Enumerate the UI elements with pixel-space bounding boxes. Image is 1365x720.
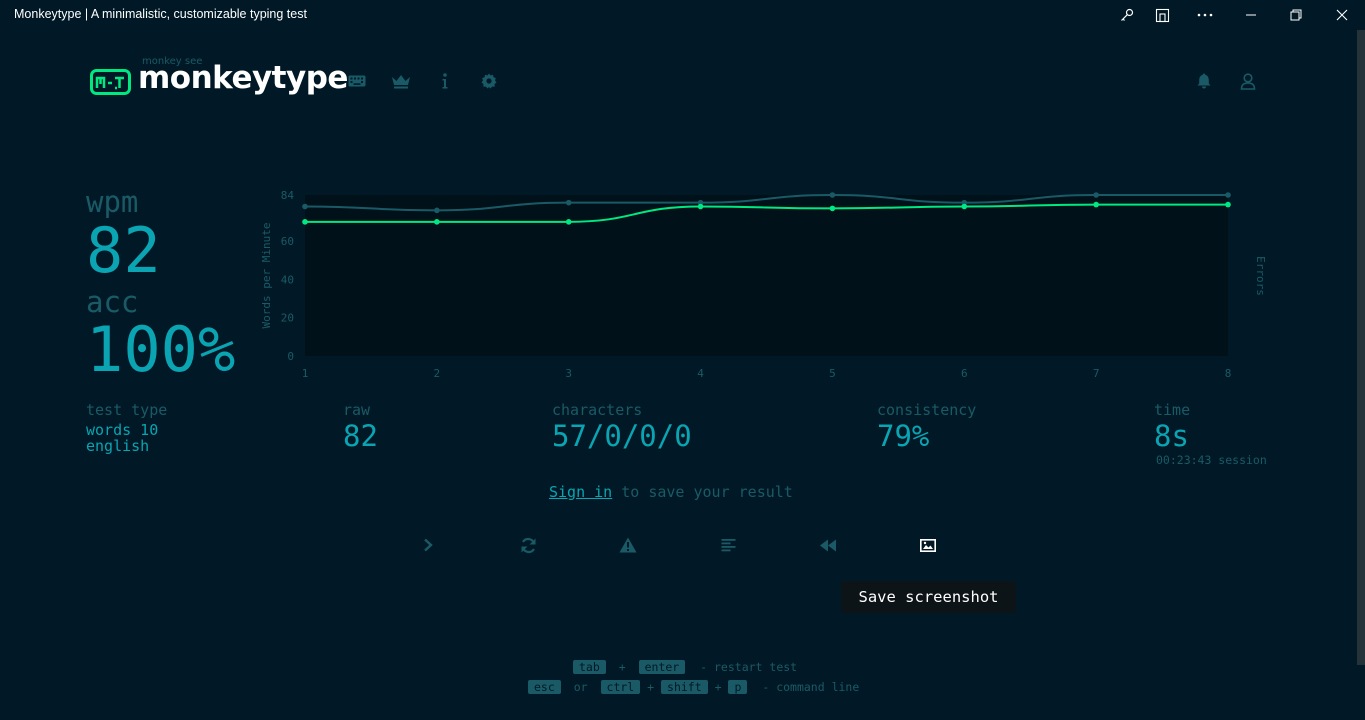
test-type-mode: words 10 <box>86 421 159 439</box>
restart-icon <box>521 537 535 553</box>
key-shift: shift <box>661 680 708 694</box>
test-type-label: test type <box>86 401 168 419</box>
replay-icon <box>820 539 836 551</box>
more-icon[interactable] <box>1192 4 1218 26</box>
app-options-icon[interactable] <box>1149 4 1175 26</box>
session-time: 00:23:43 session <box>1156 453 1267 467</box>
consistency-label: consistency <box>877 401 977 419</box>
key-icon[interactable] <box>1114 4 1140 26</box>
key-enter: enter <box>638 660 686 674</box>
crown-icon[interactable] <box>390 71 412 91</box>
scrollbar-track[interactable] <box>1357 665 1365 720</box>
close-icon[interactable] <box>1329 4 1355 26</box>
series-point-0 <box>961 203 968 210</box>
wpm-chart[interactable]: 0 20 40 60 84 1 2 3 4 5 6 7 8 Words per Minute Errors <box>255 180 1275 390</box>
signin-link[interactable]: Sign in <box>549 483 612 501</box>
time-value[interactable]: 8s <box>1154 419 1189 453</box>
hint-command-line: esc or ctrl + shift + p - command line <box>528 680 859 694</box>
series-point-0 <box>1225 201 1231 208</box>
series-point-0 <box>697 203 704 210</box>
series-point-1 <box>1093 192 1099 198</box>
signin-text: to save your result <box>612 483 793 501</box>
series-point-0 <box>1093 201 1099 208</box>
logo-text[interactable]: monkeytype <box>138 60 348 96</box>
key-ctrl: ctrl <box>600 680 641 694</box>
scrollbar-thumb[interactable] <box>1357 30 1365 665</box>
keyboard-icon[interactable] <box>346 71 368 91</box>
x-tick-label: 7 <box>1093 367 1100 380</box>
warning-icon <box>619 537 637 553</box>
raw-label: raw <box>343 401 371 419</box>
signin-notice: Sign in to save your result <box>549 483 793 501</box>
replay-button[interactable] <box>818 535 838 555</box>
test-type-language: english <box>86 437 150 455</box>
chart-svg: 0 20 40 60 84 1 2 3 4 5 6 7 8 Words per Minute Errors <box>260 189 1267 380</box>
user-icon[interactable] <box>1237 71 1259 91</box>
x-tick-label: 3 <box>565 367 572 380</box>
save-screenshot-button[interactable] <box>918 535 938 555</box>
acc-value[interactable]: 100% <box>86 313 235 386</box>
key-tab: tab <box>573 660 606 674</box>
words-history-button[interactable] <box>718 535 738 555</box>
gear-icon[interactable] <box>478 71 500 91</box>
raw-value[interactable]: 82 <box>343 419 378 453</box>
y-tick-label: 84 <box>281 189 295 202</box>
x-tick-label: 8 <box>1225 367 1232 380</box>
save-screenshot-tooltip: Save screenshot <box>841 581 1016 613</box>
key-esc: esc <box>528 680 561 694</box>
screenshot-icon <box>920 538 936 552</box>
hint-plus: + <box>647 680 655 694</box>
title-bar: Monkeytype | A minimalistic, customizabl… <box>0 0 1365 30</box>
wpm-value[interactable]: 82 <box>86 214 161 287</box>
next-test-icon <box>424 538 433 552</box>
series-point-1 <box>434 207 440 214</box>
series-point-1 <box>829 192 836 198</box>
hint-restart: tab + enter - restart test <box>573 660 797 674</box>
report-button[interactable] <box>618 535 638 555</box>
restore-icon[interactable] <box>1283 4 1309 26</box>
characters-value[interactable]: 57/0/0/0 <box>552 419 692 453</box>
y-tick-label: 0 <box>287 350 294 363</box>
time-label: time <box>1154 401 1191 419</box>
next-test-button[interactable] <box>418 535 438 555</box>
y2-axis-label: Errors <box>1254 256 1267 296</box>
bell-icon[interactable] <box>1193 71 1215 91</box>
series-point-0 <box>434 219 440 225</box>
series-point-0 <box>829 205 836 212</box>
consistency-value[interactable]: 79% <box>877 419 929 453</box>
info-icon[interactable] <box>434 71 456 91</box>
hint-plus: + <box>714 680 722 694</box>
series-point-1 <box>565 199 572 206</box>
series-point-0 <box>302 219 308 225</box>
characters-label: characters <box>552 401 643 419</box>
hint-command-text: - command line <box>762 680 860 694</box>
plot-area <box>305 195 1228 356</box>
minimize-icon[interactable] <box>1238 4 1264 26</box>
x-tick-label: 5 <box>829 367 836 380</box>
series-point-1 <box>1225 192 1231 198</box>
hint-plus: + <box>618 660 626 674</box>
x-tick-label: 2 <box>434 367 441 380</box>
y-tick-label: 60 <box>281 235 294 248</box>
x-tick-label: 1 <box>302 367 309 380</box>
words-history-icon <box>721 539 735 552</box>
logo-icon[interactable] <box>90 69 131 95</box>
key-p: p <box>728 680 748 694</box>
y-tick-label: 40 <box>281 273 294 286</box>
restart-button[interactable] <box>518 535 538 555</box>
hint-restart-text: - restart test <box>700 660 798 674</box>
y-axis-label: Words per Minute <box>260 223 273 329</box>
y-tick-label: 20 <box>281 312 294 325</box>
window-title: Monkeytype | A minimalistic, customizabl… <box>14 7 307 21</box>
series-point-0 <box>565 219 572 225</box>
series-point-1 <box>302 203 308 210</box>
x-tick-label: 6 <box>961 367 968 380</box>
x-tick-label: 4 <box>697 367 704 380</box>
hint-or: or <box>573 680 588 694</box>
